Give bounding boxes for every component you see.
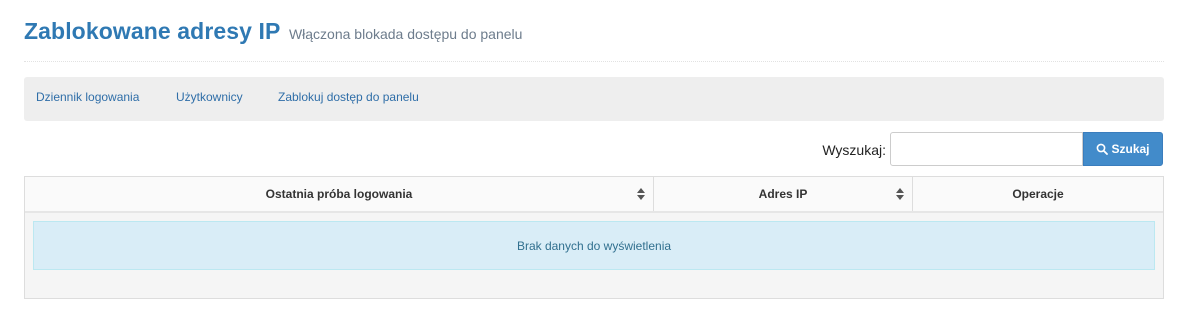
- empty-table-message: Brak danych do wyświetlenia: [33, 221, 1155, 270]
- page-header: Zablokowane adresy IP Włączona blokada d…: [24, 18, 522, 45]
- column-header-label: Ostatnia próba logowania: [265, 187, 413, 201]
- page-subtitle: Włączona blokada dostępu do panelu: [288, 26, 523, 42]
- page-title: Zablokowane adresy IP: [24, 18, 281, 44]
- column-header-operations: Operacje: [912, 177, 1163, 211]
- nav-item-users[interactable]: Użytkownicy: [176, 90, 243, 104]
- search-label: Wyszukaj:: [822, 142, 886, 158]
- sort-icon: [637, 188, 645, 200]
- nav-item-login-log[interactable]: Dziennik logowania: [36, 90, 139, 104]
- page: Zablokowane adresy IP Włączona blokada d…: [0, 0, 1193, 318]
- column-header-label: Adres IP: [758, 187, 808, 201]
- search-button-label: Szukaj: [1111, 142, 1150, 156]
- column-header-ip-address[interactable]: Adres IP: [653, 177, 912, 211]
- table-header: Ostatnia próba logowania Adres IP Operac…: [25, 177, 1163, 213]
- sort-icon: [896, 188, 904, 200]
- column-header-last-login[interactable]: Ostatnia próba logowania: [25, 177, 653, 211]
- data-table: Ostatnia próba logowania Adres IP Operac…: [24, 176, 1164, 299]
- header-divider: [24, 61, 1164, 62]
- nav-item-block-access[interactable]: Zablokuj dostęp do panelu: [278, 90, 419, 104]
- search-icon: [1097, 143, 1109, 155]
- nav-bar: Dziennik logowania Użytkownicy Zablokuj …: [24, 77, 1164, 121]
- search-input[interactable]: [890, 132, 1083, 166]
- column-header-label: Operacje: [1012, 187, 1064, 201]
- search-button[interactable]: Szukaj: [1083, 132, 1163, 166]
